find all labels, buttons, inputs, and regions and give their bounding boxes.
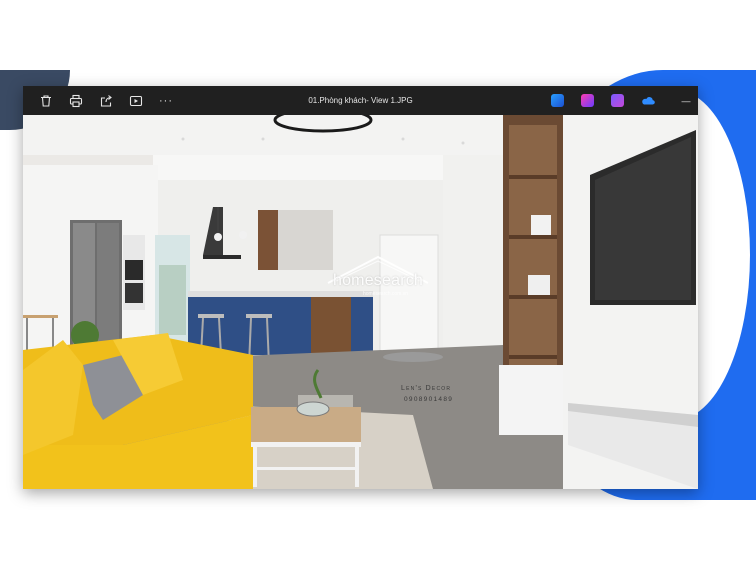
onedrive-icon (642, 97, 655, 105)
minimize-icon: — (681, 96, 691, 106)
trash-icon (41, 95, 51, 107)
onedrive-button[interactable] (637, 90, 659, 112)
slideshow-button[interactable] (125, 90, 147, 112)
photos-edit-app-icon[interactable] (551, 94, 564, 107)
studio-phone: 0908901489 (404, 396, 454, 403)
watermark-text: homesearch (332, 272, 424, 289)
design-app-icon[interactable] (581, 94, 594, 107)
slideshow-icon (129, 95, 143, 107)
more-icon: ··· (159, 95, 173, 107)
photo-viewer-window: 01.Phòng khách- View 1.JPG ··· — homesea… (23, 86, 698, 489)
watermark-url: homesearch.com.vn (363, 291, 409, 297)
interior-render-image: homesearch homesearch.com.vn Len's Decor… (23, 115, 698, 489)
studio-name: Len's Decor (401, 385, 452, 392)
print-button[interactable] (65, 90, 87, 112)
minimize-button[interactable]: — (677, 90, 695, 112)
title-bar: 01.Phòng khách- View 1.JPG ··· — (23, 86, 698, 115)
delete-button[interactable] (35, 90, 57, 112)
print-icon (69, 94, 83, 108)
share-button[interactable] (95, 90, 117, 112)
living-room-scene (23, 115, 698, 489)
more-options-button[interactable]: ··· (155, 90, 177, 112)
clipchamp-app-icon[interactable] (611, 94, 624, 107)
share-icon (100, 95, 112, 107)
